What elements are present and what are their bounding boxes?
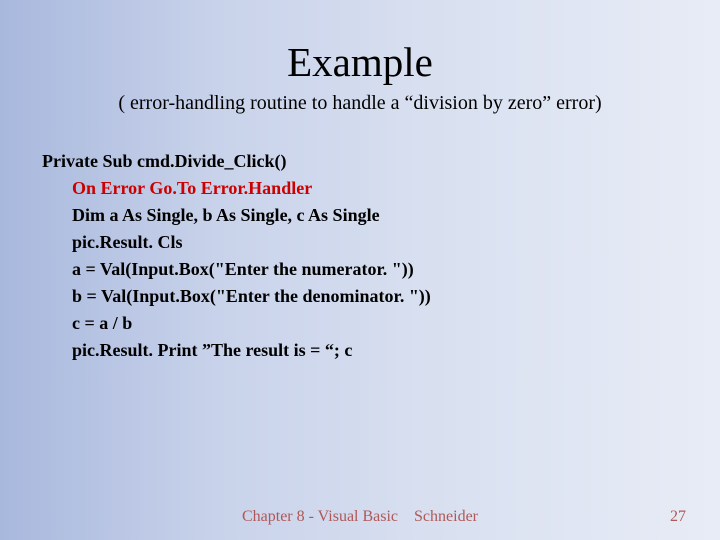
slide: Example ( error-handling routine to hand… xyxy=(0,0,720,540)
code-line-6: b = Val(Input.Box("Enter the denominator… xyxy=(42,283,431,310)
code-line-1: Private Sub cmd.Divide_Click() xyxy=(42,148,431,175)
slide-title: Example xyxy=(0,0,720,86)
code-line-7: c = a / b xyxy=(42,310,431,337)
code-line-2: On Error Go.To Error.Handler xyxy=(42,175,431,202)
page-number: 27 xyxy=(670,508,686,526)
code-line-5: a = Val(Input.Box("Enter the numerator. … xyxy=(42,256,431,283)
slide-subtitle: ( error-handling routine to handle a “di… xyxy=(0,92,720,115)
code-line-4: pic.Result. Cls xyxy=(42,229,431,256)
footer-text: Chapter 8 - Visual Basic Schneider xyxy=(0,508,720,526)
code-line-3: Dim a As Single, b As Single, c As Singl… xyxy=(42,202,431,229)
code-line-8: pic.Result. Print ”The result is = “; c xyxy=(42,337,431,364)
code-block: Private Sub cmd.Divide_Click() On Error … xyxy=(42,148,431,364)
